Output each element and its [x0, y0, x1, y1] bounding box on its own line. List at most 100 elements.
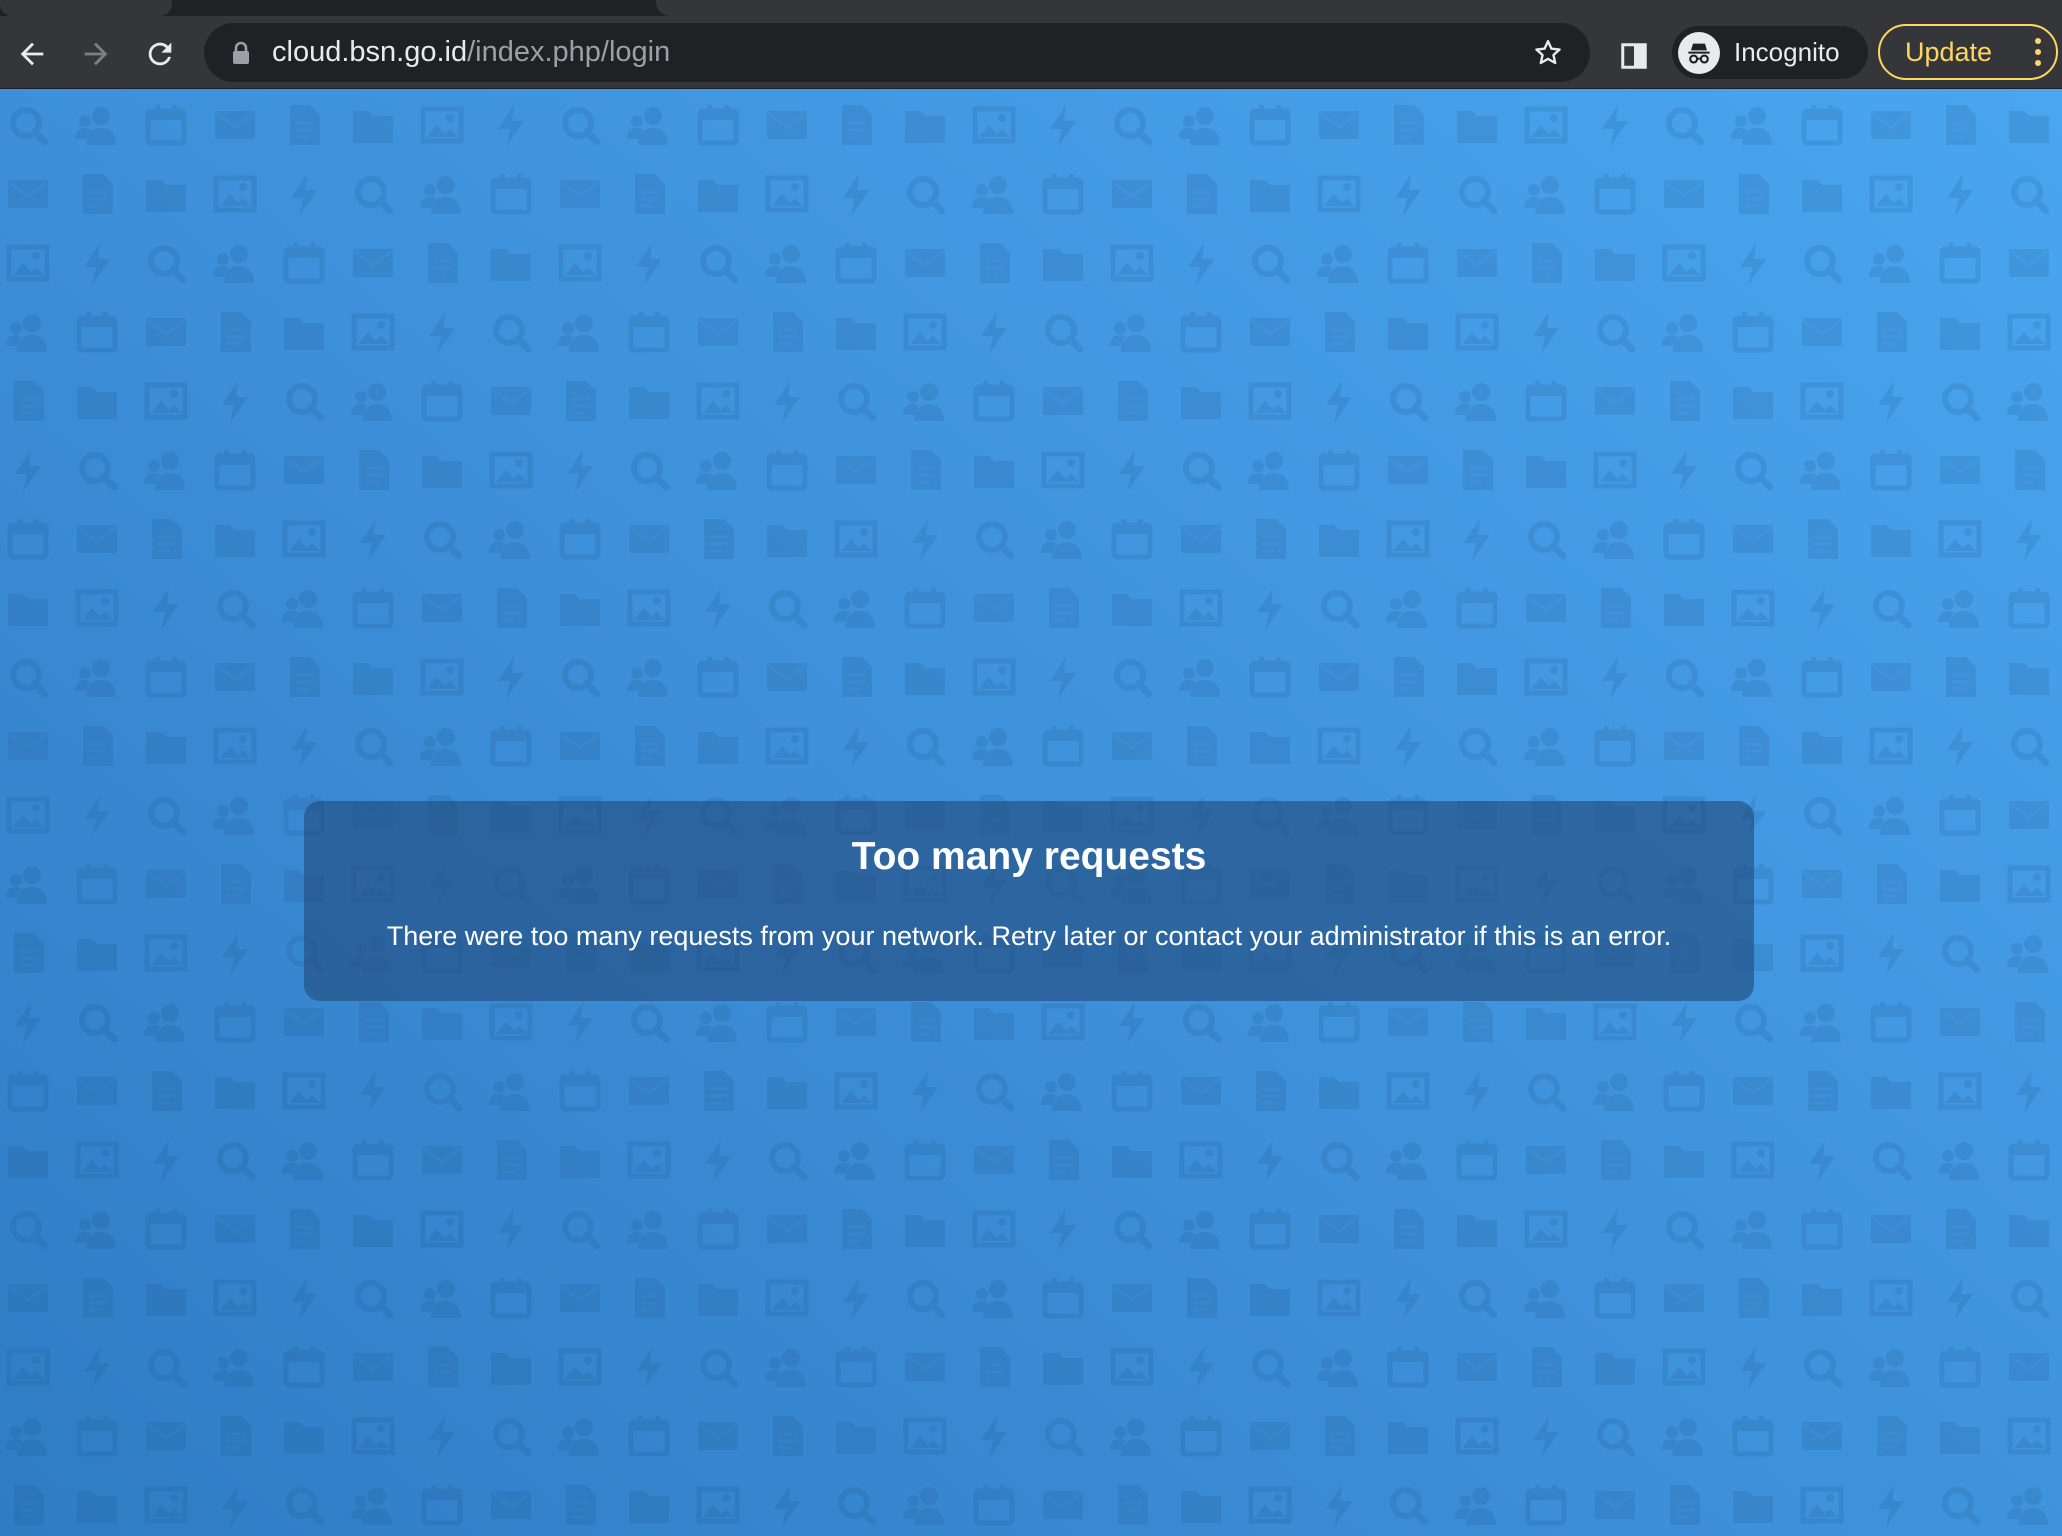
contacts-icon: [558, 314, 599, 352]
folder-icon: [1526, 456, 1566, 488]
search-icon: [634, 1007, 666, 1039]
contacts-icon: [627, 107, 668, 145]
search-icon: [1807, 1352, 1839, 1384]
contacts-icon: [1110, 314, 1151, 352]
activity-icon: [1740, 243, 1766, 285]
bookmark-star-icon[interactable]: [1532, 37, 1564, 69]
reload-button[interactable]: [140, 34, 180, 74]
activity-icon: [1602, 1209, 1628, 1251]
calendar-icon: [1666, 519, 1702, 557]
forward-button[interactable]: [76, 34, 116, 74]
lock-icon[interactable]: [230, 41, 252, 65]
folder-icon: [422, 1008, 462, 1040]
menu-dots-icon[interactable]: [2034, 37, 2042, 67]
mail-icon: [1524, 1144, 1568, 1176]
mail-icon: [1800, 1420, 1844, 1452]
folder-icon: [1250, 180, 1290, 212]
contacts-icon: [1317, 1349, 1358, 1387]
image-icon: [216, 730, 254, 762]
contacts-icon: [75, 107, 116, 145]
search-icon: [13, 110, 45, 142]
document-icon: [909, 1000, 943, 1044]
image-icon: [699, 1489, 737, 1521]
calendar-icon: [1321, 1002, 1357, 1040]
mail-icon: [1662, 178, 1706, 210]
incognito-profile-button[interactable]: Incognito: [1672, 26, 1868, 79]
tab-inactive[interactable]: [0, 0, 172, 16]
activity-icon: [705, 588, 731, 630]
document-icon: [1047, 586, 1081, 630]
search-icon: [841, 1490, 873, 1522]
activity-icon: [1395, 1278, 1421, 1320]
contacts-icon: [972, 176, 1013, 214]
document-icon: [288, 103, 322, 147]
folder-icon: [146, 180, 186, 212]
image-icon: [768, 1282, 806, 1314]
url-host: cloud.bsn.go.id: [272, 36, 468, 68]
document-icon: [840, 655, 874, 699]
activity-icon: [291, 1278, 317, 1320]
tab-active[interactable]: [656, 0, 2062, 16]
contacts-icon: [2007, 383, 2048, 421]
folder-icon: [1733, 1491, 1773, 1523]
document-icon: [1323, 1414, 1357, 1458]
document-icon: [288, 1207, 322, 1251]
search-icon: [1324, 1145, 1356, 1177]
search-icon: [979, 524, 1011, 556]
contacts-icon: [834, 590, 875, 628]
image-icon: [9, 1351, 47, 1383]
image-icon: [1251, 1489, 1289, 1521]
mail-icon: [558, 1282, 602, 1314]
document-icon: [702, 1069, 736, 1113]
image-icon: [1734, 592, 1772, 624]
update-button[interactable]: Update: [1878, 24, 2058, 80]
back-button[interactable]: [12, 34, 52, 74]
calendar-icon: [217, 450, 253, 488]
document-icon: [909, 448, 943, 492]
search-icon: [1669, 662, 1701, 694]
activity-icon: [2016, 519, 2042, 561]
activity-icon: [360, 1071, 386, 1113]
image-icon: [9, 247, 47, 279]
contacts-icon: [903, 383, 944, 421]
mail-icon: [1317, 109, 1361, 141]
folder-icon: [422, 456, 462, 488]
calendar-icon: [1597, 174, 1633, 212]
contacts-icon: [972, 728, 1013, 766]
activity-icon: [1878, 1485, 1904, 1527]
url-text[interactable]: cloud.bsn.go.id/index.php/login: [272, 23, 670, 82]
folder-icon: [1871, 525, 1911, 557]
activity-icon: [843, 1278, 869, 1320]
calendar-icon: [1804, 1209, 1840, 1247]
activity-icon: [222, 933, 248, 975]
calendar-icon: [1045, 1278, 1081, 1316]
folder-icon: [1043, 1353, 1083, 1385]
document-icon: [1185, 724, 1219, 768]
activity-icon: [981, 312, 1007, 354]
activity-icon: [1395, 726, 1421, 768]
folder-icon: [1457, 663, 1497, 695]
image-icon: [1182, 1144, 1220, 1176]
mail-icon: [75, 523, 119, 555]
document-icon: [1392, 103, 1426, 147]
contacts-icon: [489, 521, 530, 559]
contacts-icon: [75, 659, 116, 697]
address-bar[interactable]: cloud.bsn.go.id/index.php/login: [204, 23, 1590, 82]
side-panel-button[interactable]: [1614, 36, 1654, 76]
contacts-icon: [1800, 1004, 1841, 1042]
activity-icon: [153, 588, 179, 630]
calendar-icon: [2011, 588, 2047, 626]
folder-icon: [1388, 318, 1428, 350]
image-icon: [1872, 1282, 1910, 1314]
folder-icon: [1181, 1491, 1221, 1523]
document-icon: [426, 1345, 460, 1389]
contacts-icon: [1731, 107, 1772, 145]
folder-icon: [629, 387, 669, 419]
calendar-icon: [355, 588, 391, 626]
document-icon: [1530, 241, 1564, 285]
contacts-icon: [420, 1280, 461, 1318]
calendar-icon: [1114, 1071, 1150, 1109]
folder-icon: [974, 456, 1014, 488]
image-icon: [561, 1351, 599, 1383]
contacts-icon: [144, 1004, 185, 1042]
